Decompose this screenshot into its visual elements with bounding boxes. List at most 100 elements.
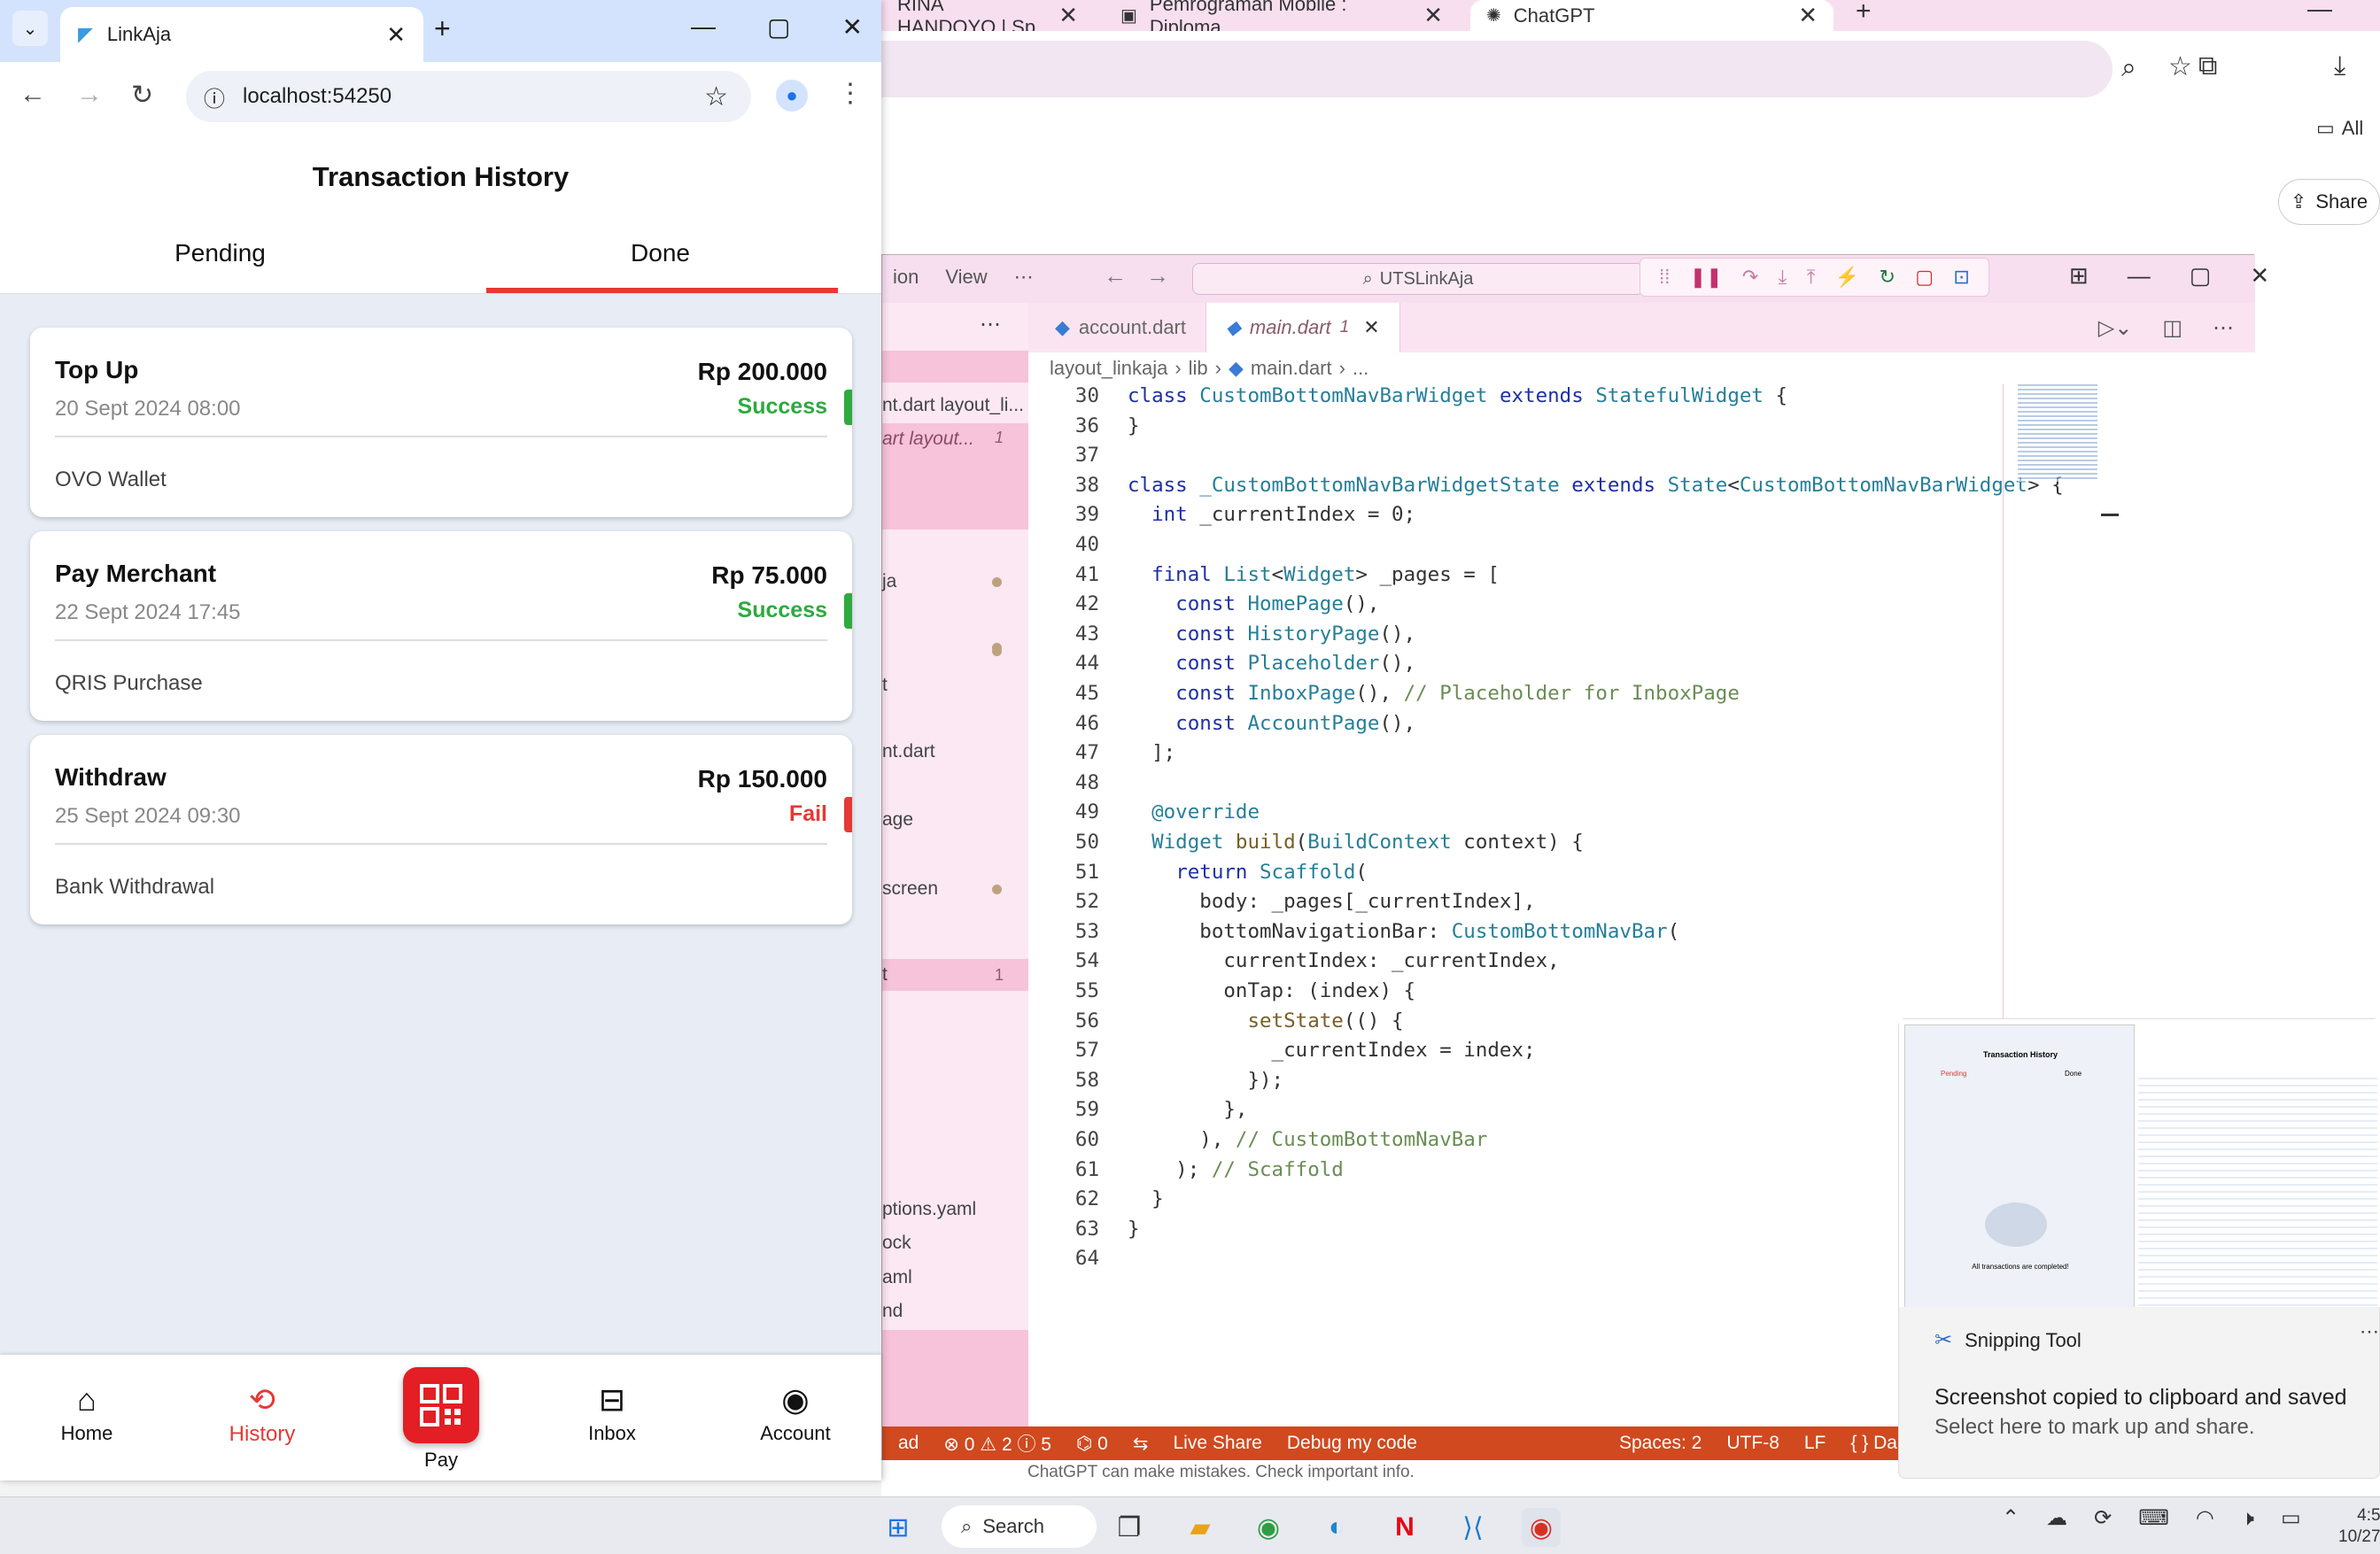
transaction-card[interactable]: Pay Merchant 22 Sept 2024 17:45 Rp 75.000 S…: [30, 531, 852, 721]
debug-status[interactable]: Debug my code: [1287, 1433, 1417, 1454]
background-address-bar[interactable]: ⌕ ☆: [881, 41, 2192, 97]
step-out-icon[interactable]: ⤒: [1807, 266, 1816, 289]
status-item[interactable]: ad: [898, 1433, 919, 1454]
nav-history[interactable]: ⟲ History: [200, 1383, 324, 1447]
close-icon[interactable]: ✕: [2250, 262, 2269, 290]
maximize-icon[interactable]: ▢: [2190, 262, 2212, 290]
transaction-card[interactable]: Top Up 20 Sept 2024 08:00 Rp 200.000 Succes…: [30, 328, 852, 517]
nav-inbox[interactable]: ⊟ Inbox: [550, 1383, 674, 1445]
transaction-card[interactable]: Withdraw 25 Sept 2024 09:30 Rp 150.000 Fail…: [30, 735, 852, 924]
site-info-icon[interactable]: ⓘ: [204, 81, 225, 112]
explorer-item[interactable]: t: [882, 643, 1028, 701]
bookmarks-folder[interactable]: ▭ All: [2316, 117, 2363, 140]
taskbar-clock[interactable]: 4:5 10/27: [2338, 1505, 2380, 1548]
more-actions-icon[interactable]: ⋯: [2213, 315, 2234, 341]
download-icon[interactable]: ⤓: [2334, 51, 2345, 81]
close-icon[interactable]: ✕: [1798, 2, 1818, 29]
explorer-item[interactable]: nt.dart layout_li...: [882, 390, 1028, 421]
file-explorer-icon[interactable]: ▰: [1181, 1508, 1220, 1547]
more-options-icon[interactable]: ⋯: [2360, 1320, 2379, 1343]
command-center-search[interactable]: ⌕ UTSLinkAja: [1192, 263, 1644, 295]
screenshot-thumbnail[interactable]: Transaction History Pending Done All tra…: [1899, 1019, 2380, 1307]
new-tab-icon[interactable]: +: [434, 12, 451, 45]
chrome-icon[interactable]: ◉: [1249, 1508, 1288, 1547]
extensions-icon[interactable]: ⧉: [2198, 51, 2217, 81]
explorer-more-icon[interactable]: ⋯: [980, 312, 1001, 337]
sync-icon[interactable]: ⟳: [2094, 1505, 2112, 1531]
zoom-icon[interactable]: ⌕: [2121, 53, 2136, 83]
breadcrumb-item[interactable]: layout_linkaja: [1050, 357, 1167, 380]
menu-item-view[interactable]: View: [945, 266, 987, 289]
menu-more-icon[interactable]: ⋯: [1014, 266, 1034, 289]
tab-main-dart[interactable]: ◆ main.dart 1 ✕: [1206, 303, 1400, 352]
drag-handle-icon[interactable]: ⁞⁞: [1659, 266, 1670, 289]
step-over-icon[interactable]: ↷: [1742, 266, 1758, 289]
bg-tab-chatgpt[interactable]: ✺ ChatGPT ✕: [1470, 0, 1833, 31]
step-into-icon[interactable]: ⤓: [1779, 266, 1787, 289]
bookmark-star-icon[interactable]: ☆: [2168, 51, 2192, 82]
accounts-status-icon[interactable]: ⇆: [1133, 1433, 1149, 1455]
close-icon[interactable]: ✕: [1058, 2, 1078, 29]
address-bar[interactable]: ⓘ localhost:54250 ☆: [186, 71, 751, 122]
task-view-icon[interactable]: ❐: [1110, 1508, 1149, 1547]
bookmark-star-icon[interactable]: ☆: [704, 81, 728, 112]
close-icon[interactable]: ✕: [1423, 2, 1443, 29]
back-arrow-icon[interactable]: ←: [1104, 262, 1127, 290]
kebab-menu-icon[interactable]: ⋮: [837, 78, 864, 109]
explorer-item[interactable]: aml: [882, 1262, 1028, 1294]
tab-linkaja[interactable]: ◤ LinkAja ✕: [60, 7, 423, 62]
explorer-item[interactable]: ja: [882, 566, 1028, 598]
ports-status[interactable]: ⌬ 0: [1076, 1433, 1108, 1455]
close-icon[interactable]: ✕: [1363, 316, 1379, 339]
explorer-item[interactable]: age: [882, 804, 1028, 836]
explorer-item[interactable]: ock: [882, 1227, 1028, 1259]
eol-status[interactable]: LF: [1804, 1433, 1826, 1454]
minimize-icon[interactable]: —: [691, 12, 716, 42]
volume-icon[interactable]: 🕨: [2241, 1506, 2254, 1531]
snipping-notification[interactable]: Transaction History Pending Done All tra…: [1898, 1018, 2380, 1479]
stop-icon[interactable]: ▢: [1915, 266, 1934, 289]
nav-home[interactable]: ⌂ Home: [25, 1383, 149, 1445]
reload-icon[interactable]: ↻: [131, 80, 153, 111]
pause-icon[interactable]: ❚❚: [1690, 266, 1723, 289]
windows-start-icon[interactable]: ⊞: [879, 1508, 918, 1547]
nav-account[interactable]: ◉ Account: [733, 1383, 857, 1445]
explorer-item-selected[interactable]: art layout... 1: [882, 423, 1028, 530]
tab-done[interactable]: Done: [440, 239, 880, 267]
live-share-status[interactable]: Live Share: [1173, 1433, 1261, 1454]
minimize-icon[interactable]: —: [2307, 0, 2332, 23]
restart-icon[interactable]: ↻: [1879, 266, 1895, 289]
hot-reload-icon[interactable]: ⚡: [1835, 266, 1859, 289]
explorer-item[interactable]: ptions.yaml: [882, 1194, 1028, 1225]
maximize-icon[interactable]: ▢: [767, 12, 790, 42]
tab-account-dart[interactable]: ◆ account.dart: [1028, 303, 1206, 352]
breadcrumb-item[interactable]: main.dart: [1251, 357, 1332, 380]
close-icon[interactable]: ✕: [386, 21, 406, 49]
close-icon[interactable]: ✕: [841, 12, 862, 42]
inspect-icon[interactable]: ⊡: [1953, 266, 1969, 289]
explorer-item[interactable]: t1: [882, 959, 1028, 991]
battery-icon[interactable]: ▭: [2281, 1505, 2301, 1531]
chevron-up-icon[interactable]: ⌃: [2002, 1505, 2020, 1531]
tab-search-chevron-icon[interactable]: ⌄: [12, 11, 48, 46]
tab-pending[interactable]: Pending: [0, 239, 440, 267]
split-editor-icon[interactable]: ◫: [2162, 315, 2182, 341]
layout-icon[interactable]: ⊞: [2069, 262, 2089, 290]
bg-tab-1[interactable]: RINA HANDOYO | Sp ✕: [881, 0, 1094, 38]
vscode-icon[interactable]: ⟩⟨: [1454, 1508, 1492, 1547]
keyboard-icon[interactable]: ⌨: [2138, 1505, 2169, 1531]
cloud-icon[interactable]: ☁: [2046, 1505, 2067, 1531]
profile-avatar-icon[interactable]: ●: [776, 80, 808, 112]
breadcrumb-item[interactable]: lib: [1189, 357, 1208, 380]
share-button[interactable]: ⇪ Share: [2278, 179, 2380, 225]
wifi-icon[interactable]: ◠: [2196, 1505, 2214, 1531]
chrome-active-icon[interactable]: ◉: [1522, 1508, 1561, 1547]
problems-status[interactable]: ⊗ 0 ⚠ 2 ⓘ 5: [943, 1430, 1051, 1457]
minimize-icon[interactable]: —: [2128, 262, 2151, 290]
edge-icon[interactable]: ◐: [1317, 1508, 1356, 1547]
indentation-status[interactable]: Spaces: 2: [1619, 1433, 1702, 1454]
netflix-icon[interactable]: N: [1385, 1508, 1424, 1547]
explorer-item[interactable]: nd: [882, 1295, 1028, 1327]
taskbar-search[interactable]: ⌕ Search: [942, 1505, 1097, 1548]
run-debug-icon[interactable]: ▷⌄: [2098, 315, 2133, 341]
